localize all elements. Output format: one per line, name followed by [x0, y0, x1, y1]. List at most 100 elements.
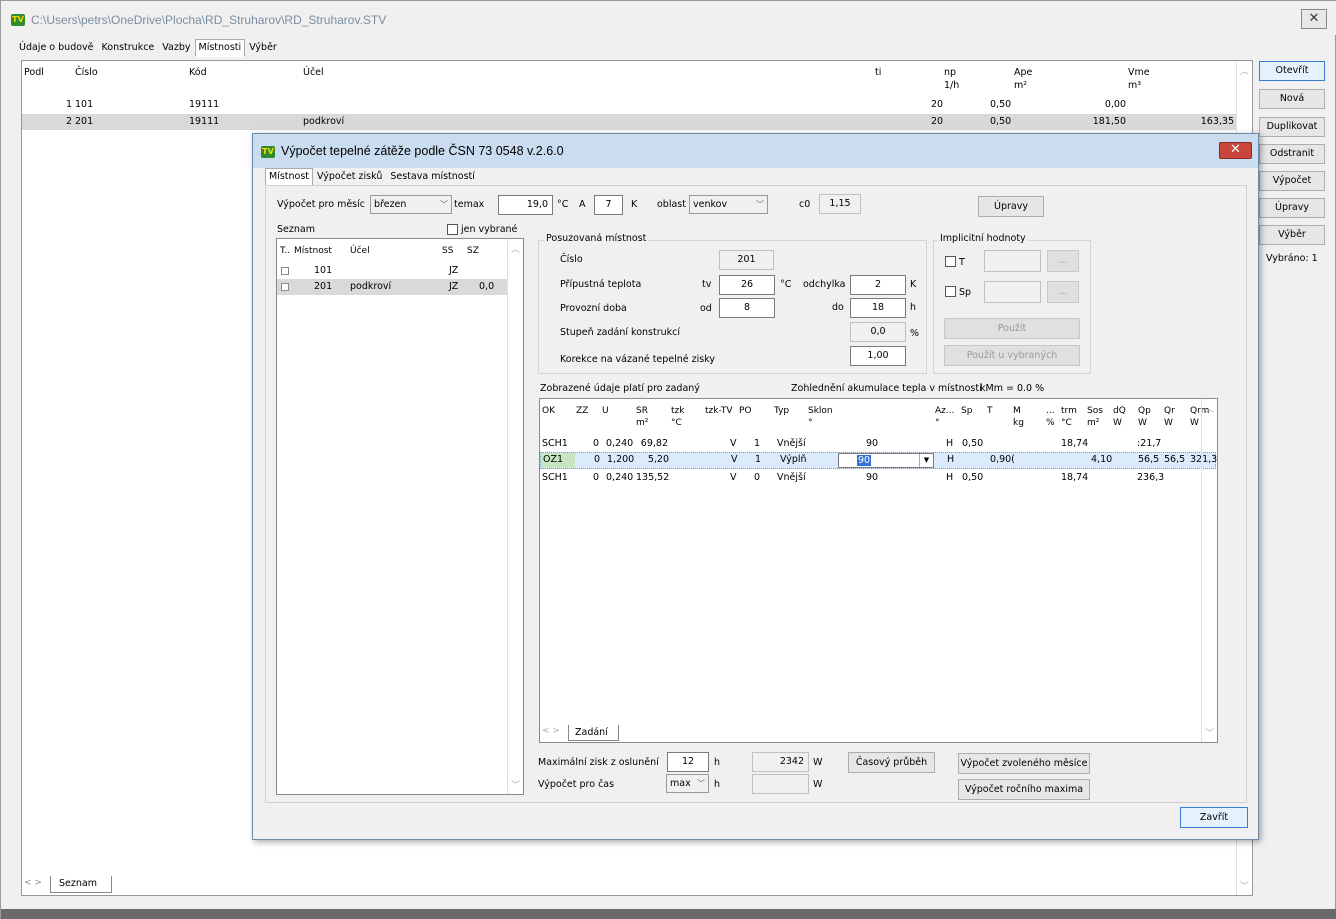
grid-col-m[interactable]: M — [1013, 405, 1021, 417]
grid-col-dq[interactable]: dQ — [1113, 405, 1126, 417]
grid-col-zz[interactable]: ZZ — [576, 405, 588, 417]
tab-zadani[interactable]: Zadání — [568, 725, 619, 741]
grid-col-u[interactable]: U — [602, 405, 609, 417]
col-np[interactable]: np — [944, 67, 956, 78]
vypocet-rocni-button[interactable]: Výpočet ročního maxima — [958, 779, 1090, 800]
col-kod[interactable]: Kód — [189, 67, 207, 78]
tab-vazby[interactable]: Vazby — [158, 39, 194, 57]
col-ucel[interactable]: Účel — [303, 67, 324, 78]
grid-col-tzktv[interactable]: tzk-TV — [705, 405, 733, 417]
list-item[interactable]: 101 JZ — [277, 263, 507, 279]
grid-col-sklon[interactable]: Sklon — [808, 405, 833, 417]
grid-col-az[interactable]: Az... — [935, 405, 954, 417]
grid-col-sp[interactable]: Sp — [961, 405, 972, 417]
tab-sestava[interactable]: Sestava místností — [386, 168, 479, 186]
tab-mistnosti[interactable]: Místnosti — [194, 39, 246, 57]
grid-col-qr[interactable]: Qr — [1164, 405, 1175, 417]
tab-vyber[interactable]: Výběr — [245, 39, 281, 57]
list-col-t[interactable]: T.. — [280, 245, 290, 257]
grid-col-trm[interactable]: trm — [1061, 405, 1077, 417]
grid-col-typ[interactable]: Typ — [774, 405, 789, 417]
col-ape[interactable]: Ape — [1014, 67, 1032, 78]
col-vme[interactable]: Vme — [1128, 67, 1150, 78]
scroll-down-icon[interactable]: ﹀ — [511, 778, 520, 791]
jen-vybrane-checkbox[interactable] — [447, 224, 458, 235]
grid-col-qp[interactable]: Qp — [1138, 405, 1151, 417]
calculate-button[interactable]: Výpočet — [1259, 171, 1325, 191]
scroll-down-icon[interactable]: ﹀ — [1205, 726, 1214, 739]
grid-tab-nav-icon[interactable]: < > — [542, 726, 560, 736]
grid-col-sos[interactable]: Sos — [1087, 405, 1103, 417]
pouzit-vybranych-button[interactable]: Použít u vybraných — [944, 345, 1080, 366]
col-podl[interactable]: Podl — [24, 67, 44, 78]
tab-konstrukce[interactable]: Konstrukce — [98, 39, 159, 57]
duplicate-button[interactable]: Duplikovat — [1259, 117, 1325, 137]
col-cislo[interactable]: Číslo — [75, 67, 98, 78]
grid-col-dots[interactable]: ... — [1046, 405, 1055, 417]
odchylka-label: odchylka — [803, 279, 846, 290]
list-scrollbar[interactable]: ︿ ﹀ — [507, 239, 523, 794]
col-ti[interactable]: ti — [875, 67, 881, 78]
temax-label: temax — [454, 199, 485, 210]
tab-seznam[interactable]: Seznam — [50, 876, 112, 893]
grid-row[interactable]: SCH1 0 0,240 69,82 V 1 Vnější 90 H 0,50 … — [540, 436, 1202, 452]
list-item-checkbox[interactable] — [281, 267, 289, 275]
t-checkbox[interactable] — [945, 256, 956, 267]
sp-checkbox[interactable] — [945, 286, 956, 297]
scroll-down-icon[interactable]: ﹀ — [1240, 879, 1249, 892]
tab-udaje[interactable]: Údaje o budově — [15, 39, 98, 57]
sp-ellipsis-button[interactable]: ... — [1047, 281, 1079, 303]
list-col-ucel[interactable]: Účel — [350, 245, 370, 257]
tab-nav-arrows-icon[interactable]: < > — [24, 878, 42, 888]
constructions-grid[interactable]: OK ZZ U SR m² tzk °C tzk-TV PO Typ Sklon… — [539, 398, 1218, 743]
max-zisk-input[interactable]: 12 — [667, 752, 709, 772]
list-item[interactable]: 201 podkroví JZ 0,0 — [277, 279, 507, 295]
tab-vypocet-zisku[interactable]: Výpočet zisků — [313, 168, 386, 186]
grid-col-tzk[interactable]: tzk — [671, 405, 684, 417]
odchylka-input[interactable]: 2 — [850, 275, 906, 295]
casovy-prubeh-button[interactable]: Časový průběh — [848, 752, 935, 773]
scroll-up-icon[interactable]: ︿ — [1205, 402, 1214, 415]
month-select[interactable]: březen ﹀ — [370, 195, 452, 214]
close-button[interactable]: ✕ — [1301, 9, 1327, 29]
grid-row-selected[interactable]: OZ1 0 1,200 5,20 V 1 Výplň 90 ▼ H 0,90( … — [540, 452, 1217, 469]
select-button[interactable]: Výběr — [1259, 225, 1325, 245]
oblast-select[interactable]: venkov ﹀ — [689, 195, 768, 214]
open-button[interactable]: Otevřít — [1259, 61, 1325, 81]
grid-col-t[interactable]: T — [987, 405, 993, 417]
delete-button[interactable]: Odstranit — [1259, 144, 1325, 164]
upravy-button[interactable]: Úpravy — [978, 196, 1044, 217]
t-ellipsis-button[interactable]: ... — [1047, 250, 1079, 272]
tab-mistnost[interactable]: Místnost — [265, 168, 314, 186]
grid-row[interactable]: SCH1 0 0,240 135,52 V 0 Vnější 90 H 0,50… — [540, 470, 1202, 486]
scroll-up-icon[interactable]: ︿ — [511, 242, 520, 255]
tv-input[interactable]: 26 — [719, 275, 775, 295]
dialog-close-button[interactable]: ✕ — [1219, 142, 1252, 159]
od-input[interactable]: 8 — [719, 298, 775, 318]
room-list[interactable]: T.. Místnost Účel SS SZ 101 JZ 201 podkr… — [276, 238, 524, 795]
chevron-down-icon[interactable]: ▼ — [919, 454, 933, 467]
zavrit-button[interactable]: Zavřít — [1180, 807, 1248, 828]
list-col-sz[interactable]: SZ — [467, 245, 479, 257]
cas-select[interactable]: max ﹀ — [666, 774, 709, 793]
do-input[interactable]: 18 — [850, 298, 906, 318]
grid-scrollbar[interactable]: ︿ ﹀ — [1201, 399, 1217, 742]
vypocet-mesice-button[interactable]: Výpočet zvoleného měsíce — [958, 753, 1090, 774]
grid-col-ok[interactable]: OK — [542, 405, 555, 417]
pouzit-button[interactable]: Použít — [944, 318, 1080, 339]
grid-cell-qp: :21,7 — [1137, 438, 1162, 449]
edit-button[interactable]: Úpravy — [1259, 198, 1325, 218]
sklon-combo[interactable]: 90 ▼ — [838, 453, 934, 468]
grid-cell-az: H — [946, 438, 954, 449]
temax-input[interactable]: 19,0 — [498, 195, 553, 215]
list-col-mistnost[interactable]: Místnost — [294, 245, 332, 257]
a-input[interactable]: 7 — [594, 195, 623, 215]
scroll-up-icon[interactable]: ︿ — [1240, 64, 1249, 77]
korekce-input[interactable]: 1,00 — [850, 346, 906, 366]
list-item-checkbox[interactable] — [281, 283, 289, 291]
grid-col-po[interactable]: PO — [739, 405, 752, 417]
new-button[interactable]: Nová — [1259, 89, 1325, 109]
grid-col-sr[interactable]: SR — [636, 405, 648, 417]
list-col-ss[interactable]: SS — [442, 245, 453, 257]
grid-cell-u: 1,200 — [607, 454, 635, 465]
